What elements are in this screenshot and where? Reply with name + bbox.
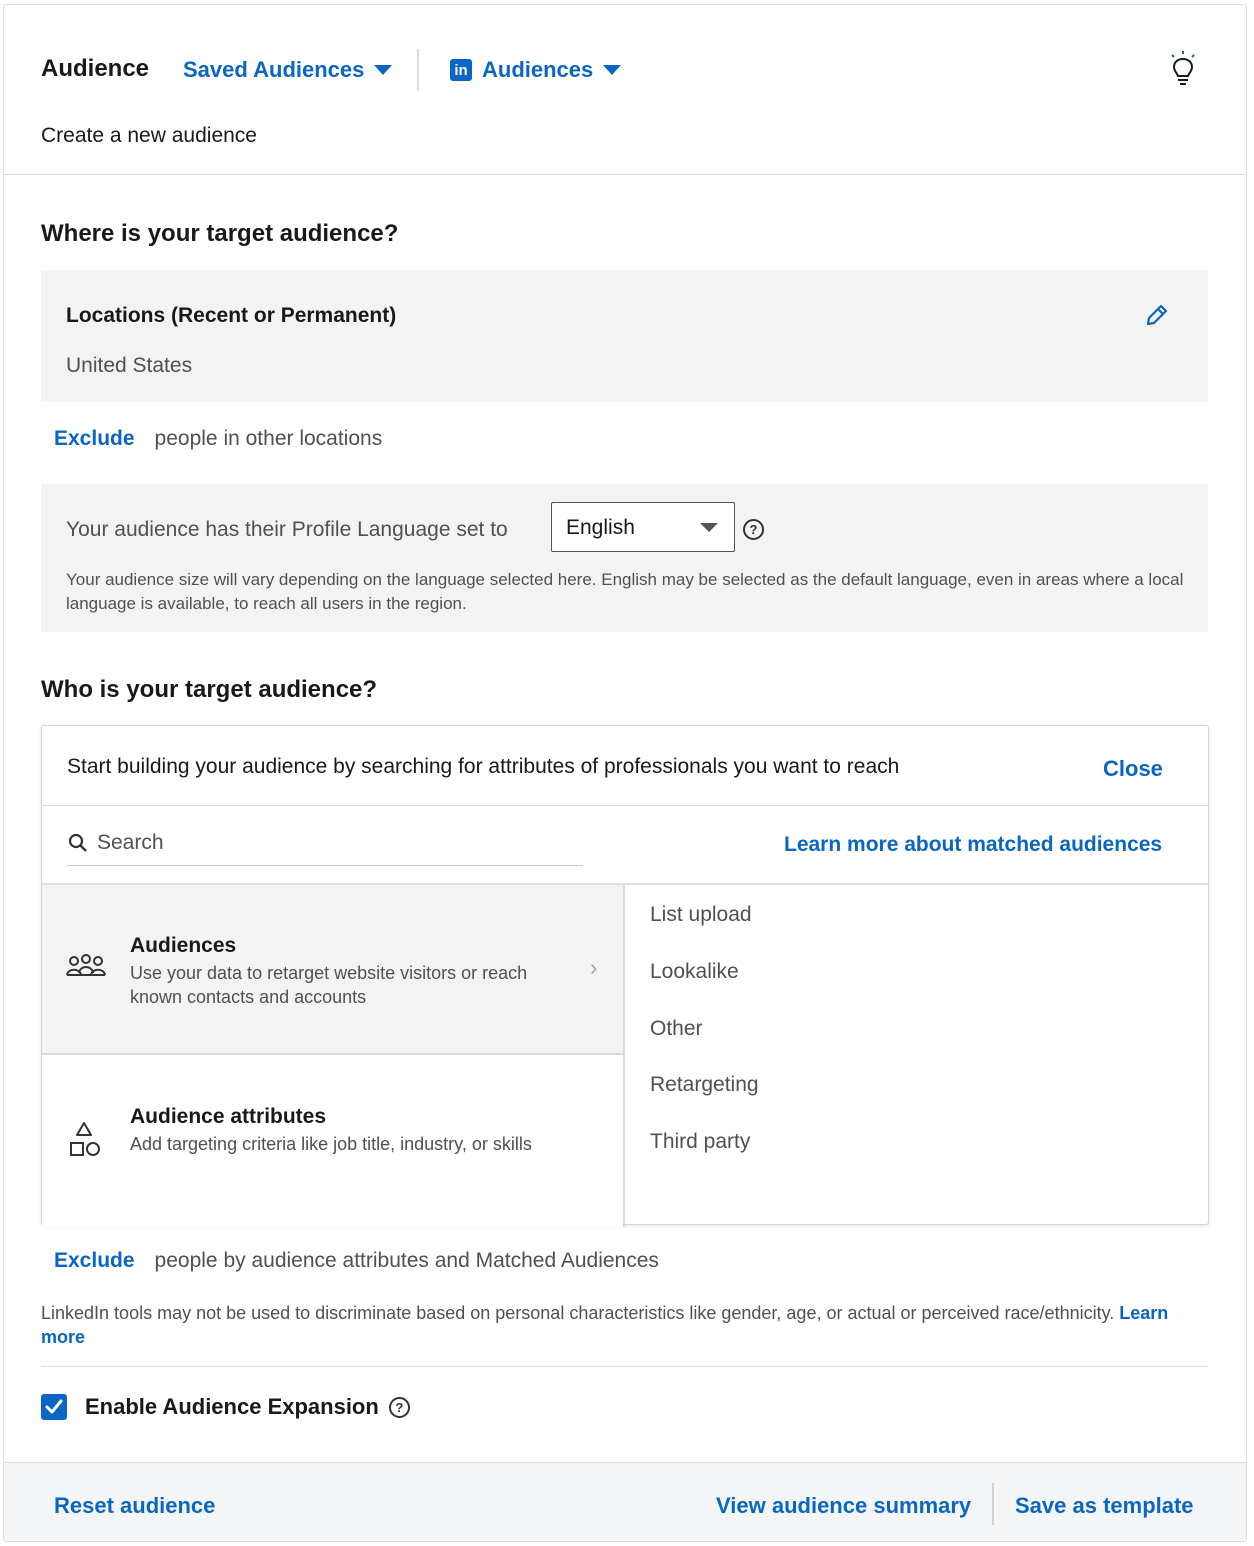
exclude-locations-row: Exclude people in other locations — [54, 427, 382, 451]
subitem-other[interactable]: Other — [650, 1017, 703, 1041]
who-heading: Who is your target audience? — [41, 676, 378, 703]
reset-audience-button[interactable]: Reset audience — [54, 1493, 215, 1519]
people-group-icon — [66, 954, 106, 976]
audience-expansion-row: Enable Audience Expansion ? — [41, 1394, 410, 1420]
save-as-template-button[interactable]: Save as template — [1015, 1493, 1194, 1519]
search-icon — [68, 833, 87, 852]
category-audience-attributes[interactable]: Audience attributes Add targeting criter… — [42, 1055, 624, 1227]
help-icon[interactable]: ? — [743, 519, 764, 540]
builder-top-bar: Start building your audience by searchin… — [42, 726, 1208, 806]
caret-down-icon — [700, 523, 718, 532]
language-note: Your audience size will vary depending o… — [66, 570, 1184, 613]
exclude-attributes-text: people by audience attributes and Matche… — [154, 1249, 659, 1272]
audiences-menu-label: Audiences — [482, 57, 594, 82]
search-input[interactable]: Search — [67, 826, 583, 866]
checkmark-icon — [45, 1399, 63, 1414]
category-audiences[interactable]: Audiences Use your data to retarget webs… — [42, 885, 624, 1055]
audience-expansion-checkbox[interactable] — [41, 1394, 67, 1420]
language-select[interactable]: English — [551, 502, 735, 552]
subitem-retargeting[interactable]: Retargeting — [650, 1073, 759, 1097]
view-audience-summary-button[interactable]: View audience summary — [716, 1493, 971, 1519]
saved-audiences-label: Saved Audiences — [183, 57, 365, 82]
where-heading: Where is your target audience? — [41, 220, 399, 247]
subitem-list-upload[interactable]: List upload — [650, 903, 752, 927]
search-placeholder: Search — [97, 830, 164, 854]
audience-expansion-label: Enable Audience Expansion — [85, 1394, 379, 1419]
caret-down-icon — [374, 65, 393, 75]
locations-box: Locations (Recent or Permanent) United S… — [41, 270, 1208, 402]
pencil-icon[interactable] — [1144, 302, 1170, 328]
subitem-third-party[interactable]: Third party — [650, 1130, 750, 1154]
locations-title: Locations (Recent or Permanent) — [66, 304, 397, 327]
language-label: Your audience has their Profile Language… — [66, 518, 508, 541]
saved-audiences-dropdown[interactable]: Saved Audiences — [183, 57, 393, 83]
footer-divider — [992, 1483, 994, 1525]
header-divider — [417, 49, 419, 91]
category-desc: Add targeting criteria like job title, i… — [130, 1134, 532, 1154]
audience-builder: Start building your audience by searchin… — [41, 725, 1209, 1227]
linkedin-logo-icon: in — [450, 59, 472, 81]
close-button[interactable]: Close — [1103, 756, 1163, 782]
category-desc: Use your data to retarget website visito… — [130, 963, 528, 1007]
panel-subtitle: Create a new audience — [41, 124, 257, 147]
locations-value: United States — [66, 354, 193, 377]
learn-more-matched-link[interactable]: Learn more about matched audiences — [784, 833, 1162, 857]
column-divider — [623, 885, 625, 1227]
discrimination-disclaimer: LinkedIn tools may not be used to discri… — [41, 1301, 1191, 1349]
caret-down-icon — [603, 65, 622, 75]
disclaimer-text: LinkedIn tools may not be used to discri… — [41, 1303, 1115, 1323]
language-selected-value: English — [566, 516, 635, 539]
audiences-dropdown[interactable]: in Audiences — [450, 57, 622, 83]
chevron-right-icon: › — [590, 955, 598, 980]
builder-prompt: Start building your audience by searchin… — [67, 755, 900, 778]
panel-header: Audience Saved Audiences in Audiences Cr… — [4, 5, 1246, 175]
exclude-attributes-link[interactable]: Exclude — [54, 1249, 135, 1273]
panel-footer: Reset audience View audience summary Sav… — [4, 1462, 1246, 1541]
category-title: Audience attributes — [130, 1105, 327, 1128]
category-title: Audiences — [130, 934, 237, 957]
lightbulb-icon[interactable] — [1167, 49, 1199, 89]
shapes-icon — [70, 1122, 100, 1156]
exclude-attributes-row: Exclude people by audience attributes an… — [54, 1249, 659, 1273]
exclude-locations-link[interactable]: Exclude — [54, 427, 135, 451]
section-divider — [41, 1366, 1208, 1367]
exclude-locations-text: people in other locations — [154, 427, 383, 450]
subitem-lookalike[interactable]: Lookalike — [650, 960, 739, 984]
audience-panel: Audience Saved Audiences in Audiences Cr… — [3, 4, 1247, 1542]
help-icon[interactable]: ? — [388, 1396, 410, 1418]
panel-title: Audience — [41, 55, 150, 82]
builder-body: Audiences Use your data to retarget webs… — [42, 883, 1208, 1227]
language-box: Your audience has their Profile Language… — [41, 484, 1208, 632]
